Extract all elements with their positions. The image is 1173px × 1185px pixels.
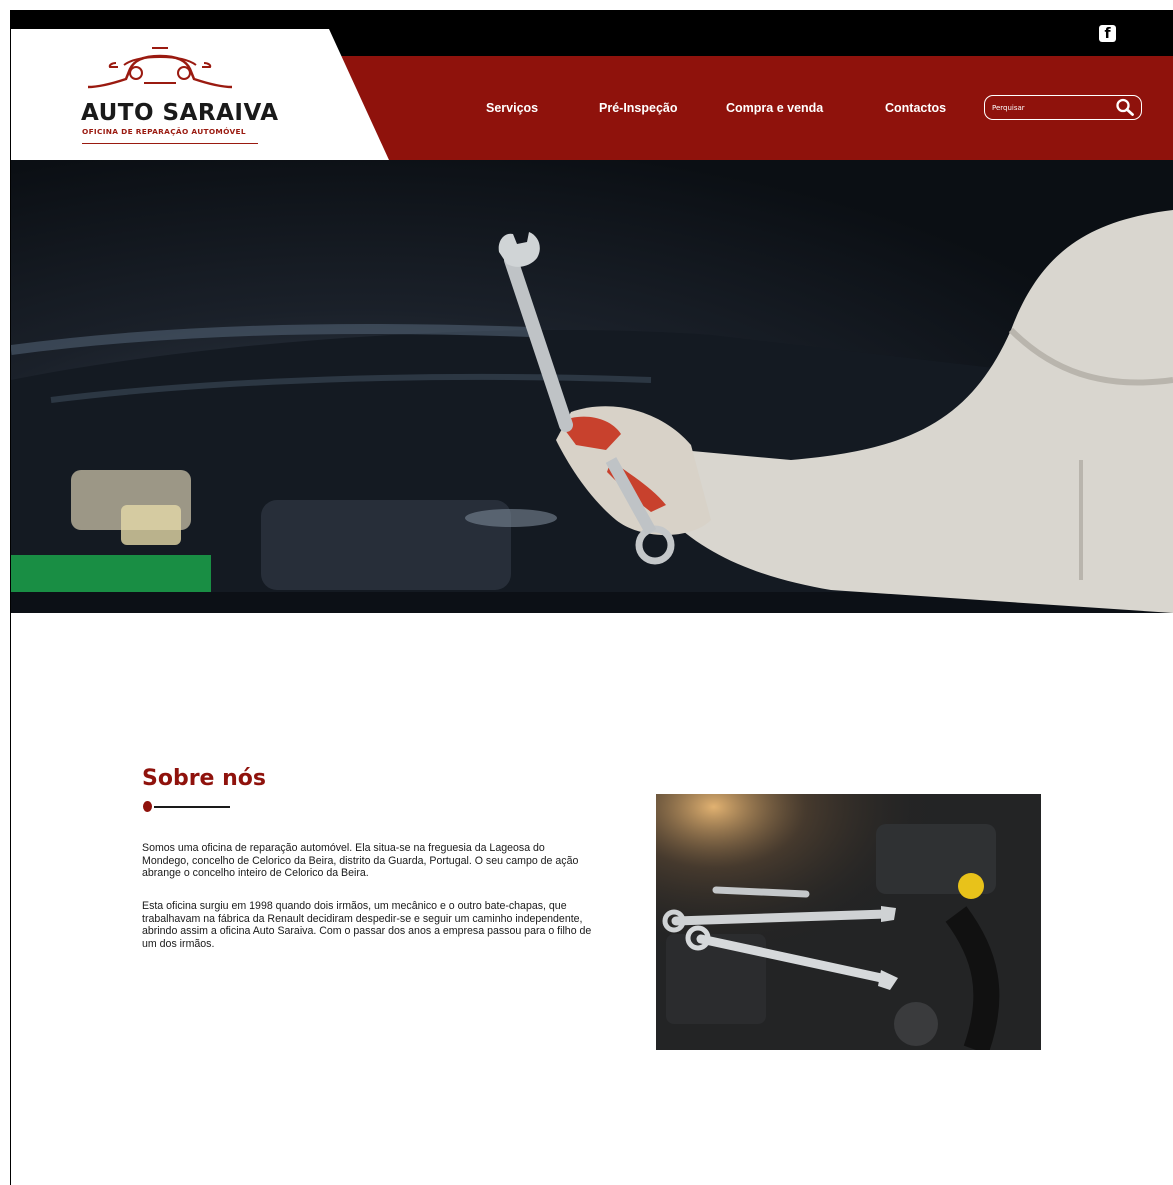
nav-item-compra-e-venda[interactable]: Compra e venda xyxy=(726,101,823,115)
about-paragraph-1: Somos uma oficina de reparação automóvel… xyxy=(142,842,579,880)
engine-image xyxy=(656,794,1041,1050)
title-accent-dot xyxy=(143,801,152,812)
brand-name: AUTO SARAIVA xyxy=(81,100,279,126)
mechanic-wrench-illustration xyxy=(11,210,1173,613)
search-input[interactable] xyxy=(992,100,1112,115)
title-underline xyxy=(154,806,230,808)
car-logo-icon xyxy=(87,47,233,89)
about-title: Sobre nós xyxy=(142,766,267,791)
facebook-icon[interactable]: f xyxy=(1099,25,1116,42)
nav-item-contactos[interactable]: Contactos xyxy=(885,101,946,115)
hero-image xyxy=(11,160,1173,613)
engine-wrenches-illustration xyxy=(656,794,1041,1050)
tagline-underline xyxy=(82,143,258,144)
logo-block[interactable]: AUTO SARAIVA OFICINA DE REPARAÇÃO AUTOMÓ… xyxy=(11,10,391,160)
nav-item-pre-inspecao[interactable]: Pré-Inspeção xyxy=(599,101,678,115)
nav-item-servicos[interactable]: Serviços xyxy=(486,101,538,115)
search-icon[interactable] xyxy=(1115,98,1135,116)
about-paragraph-2: Esta oficina surgiu em 1998 quando dois … xyxy=(142,900,592,950)
brand-tagline: OFICINA DE REPARAÇÃO AUTOMÓVEL xyxy=(82,127,246,136)
search-box xyxy=(984,95,1142,120)
